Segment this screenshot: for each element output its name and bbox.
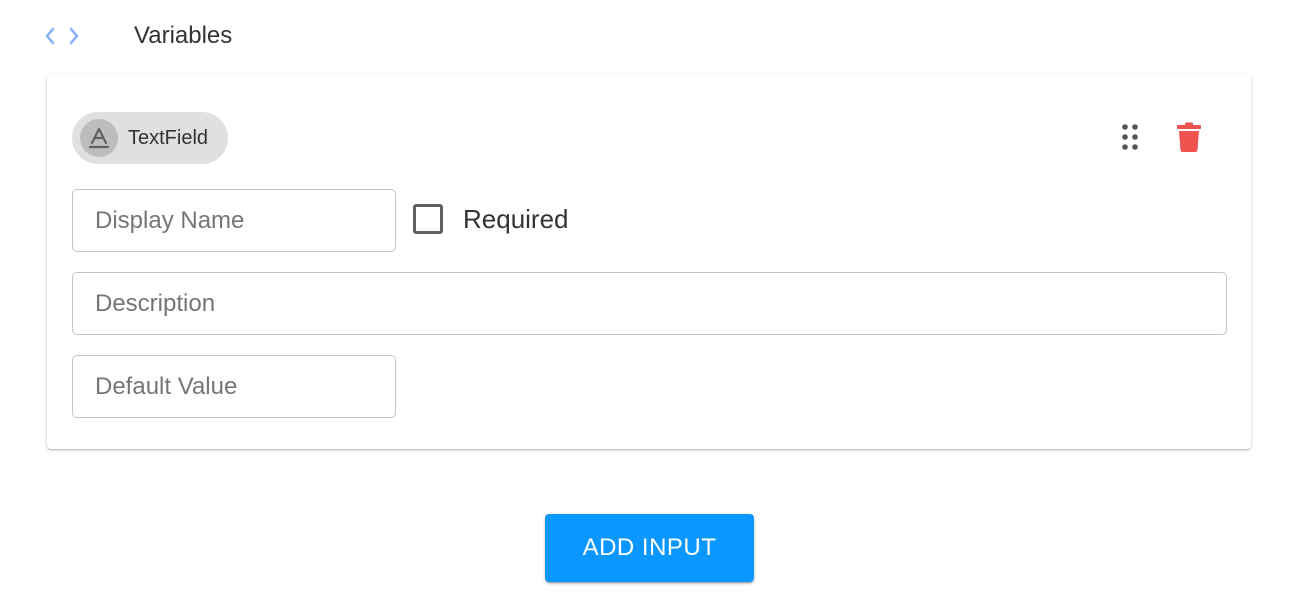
required-checkbox[interactable]: Required [413,202,569,236]
display-name-field[interactable] [72,189,396,252]
page: Variables TextField Display Name Require… [0,0,1300,598]
description-input[interactable] [73,273,1226,334]
add-input-button[interactable]: ADD INPUT [545,514,754,582]
section-title: Variables [134,22,233,49]
display-name-input[interactable] [73,190,395,251]
delete-button[interactable] [1173,120,1205,154]
variable-card: TextField Required [47,74,1251,449]
chip-label: TextField [128,126,209,149]
drag-handle-icon[interactable] [1115,121,1145,153]
checkbox-icon[interactable] [413,204,443,234]
code-icon[interactable] [44,20,80,52]
trash-icon [1177,122,1201,152]
section-header: Variables [44,20,232,52]
description-field[interactable] [72,272,1227,335]
required-label: Required [463,203,569,234]
default-value-field[interactable] [72,355,396,418]
default-value-input[interactable] [73,356,395,417]
type-chip: TextField [72,112,229,164]
text-field-icon [80,119,118,157]
